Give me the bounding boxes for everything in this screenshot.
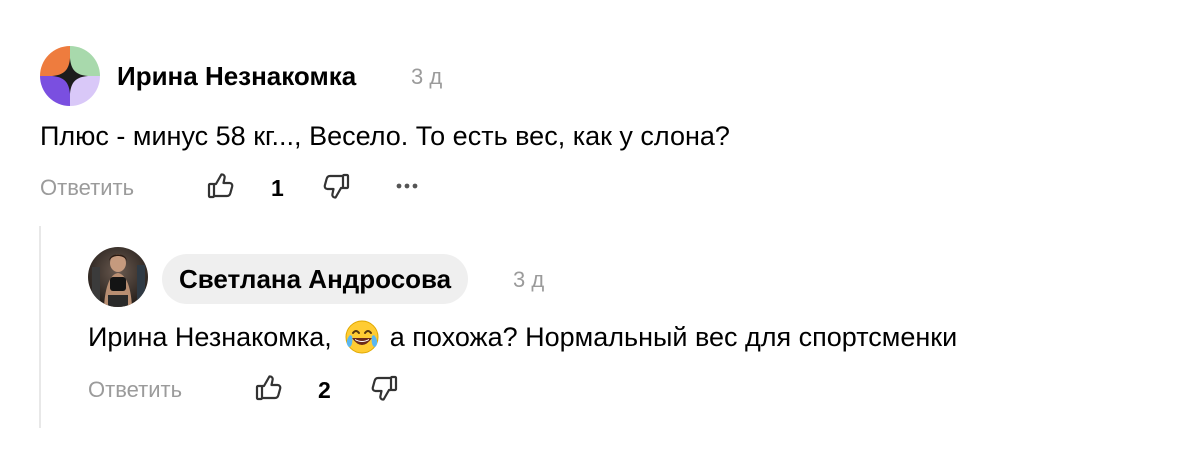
like-count: 2 bbox=[318, 377, 331, 403]
comment-text: Ирина Незнакомка, а похожа? Нормальный в… bbox=[88, 319, 957, 355]
face-with-tears-of-joy-icon bbox=[344, 319, 380, 355]
reply-button[interactable]: Ответить bbox=[40, 174, 134, 202]
more-options-icon[interactable] bbox=[393, 172, 425, 200]
like-icon[interactable] bbox=[253, 372, 285, 404]
comment-body: а похожа? Нормальный вес для спортсменки bbox=[389, 322, 958, 352]
dislike-icon[interactable] bbox=[368, 372, 400, 404]
comment-text: Плюс - минус 58 кг..., Весело. То есть в… bbox=[40, 121, 730, 151]
like-count: 1 bbox=[271, 175, 284, 201]
author-pill[interactable]: Светлана Андросова bbox=[162, 254, 469, 304]
timestamp: 3 д bbox=[513, 267, 545, 292]
timestamp: 3 д bbox=[411, 64, 443, 89]
reply-button[interactable]: Ответить bbox=[88, 376, 182, 404]
author-name[interactable]: Ирина Незнакомка bbox=[117, 60, 356, 92]
avatar[interactable] bbox=[40, 46, 100, 106]
avatar[interactable] bbox=[88, 247, 148, 307]
thread-line bbox=[39, 226, 41, 428]
author-name[interactable]: Светлана Андросова bbox=[179, 263, 451, 295]
mention-text: Ирина Незнакомка, bbox=[88, 322, 332, 352]
dislike-icon[interactable] bbox=[320, 170, 352, 202]
like-icon[interactable] bbox=[205, 170, 237, 202]
